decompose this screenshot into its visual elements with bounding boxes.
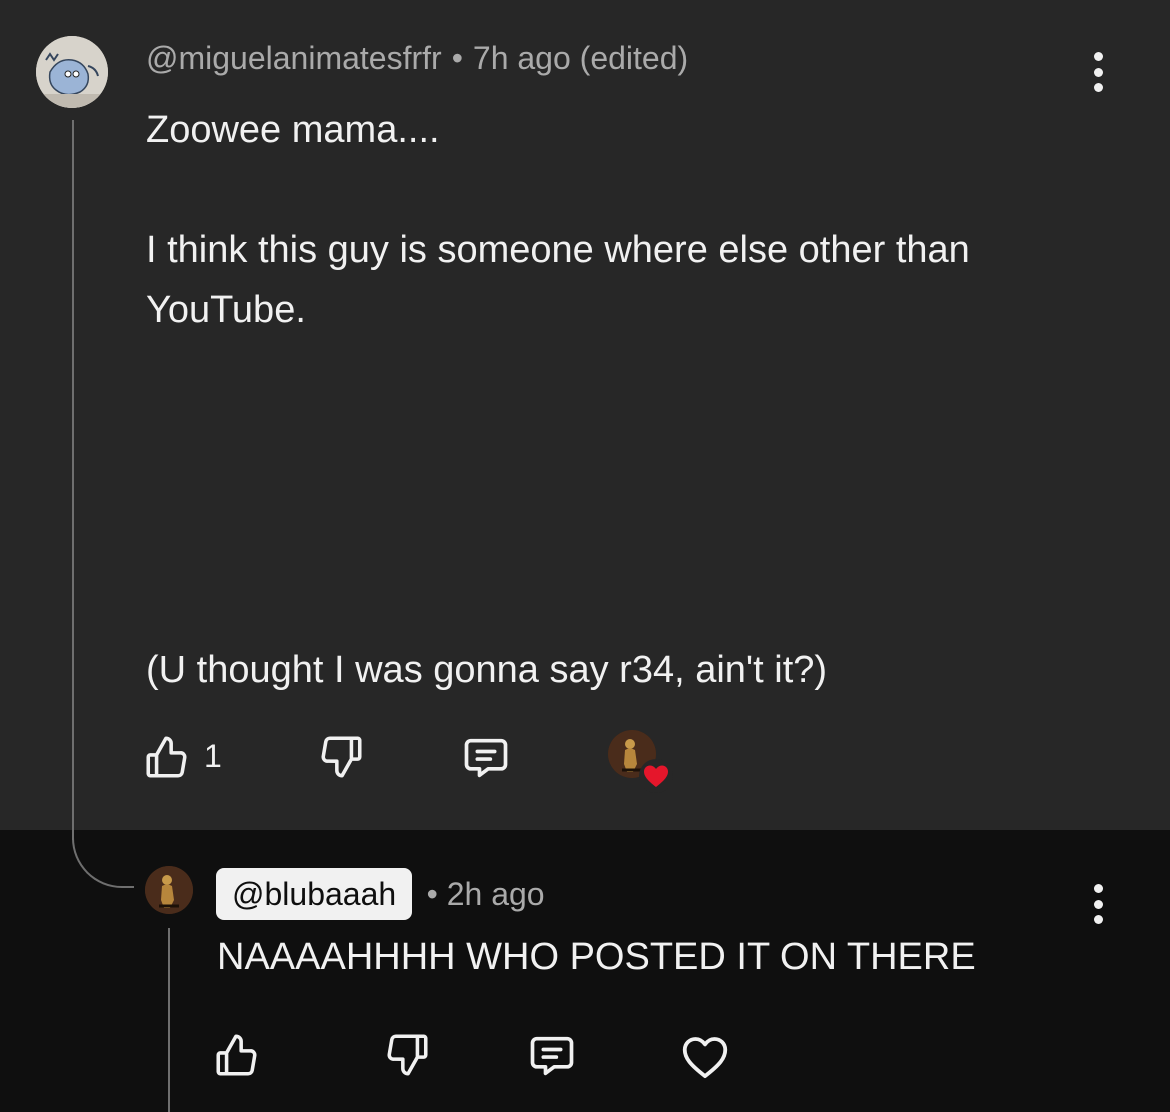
comment-line: Zoowee mama.... — [146, 109, 440, 151]
reply-text: NAAAAHHHH WHO POSTED IT ON THERE — [217, 936, 976, 978]
thumbs-down-icon — [387, 1034, 428, 1076]
separator-dot: • — [426, 875, 438, 912]
avatar[interactable] — [36, 36, 108, 108]
avatar[interactable] — [145, 866, 193, 914]
like-button[interactable] — [142, 732, 192, 787]
like-button[interactable] — [212, 1030, 262, 1085]
comment-line: I think this guy is someone where else o… — [146, 229, 970, 331]
more-vertical-icon[interactable] — [1088, 52, 1108, 92]
comment-text: Zoowee mama.... I think this guy is some… — [146, 100, 1046, 700]
reply-meta: @blubaaah • 2h ago — [216, 868, 545, 920]
reply-button[interactable] — [526, 1030, 578, 1087]
timestamp: 7h ago (edited) — [472, 40, 689, 76]
more-vertical-icon[interactable] — [1088, 884, 1108, 924]
thumbs-up-icon — [146, 736, 187, 778]
reply-timestamp: • 2h ago — [427, 876, 545, 913]
comment-icon — [464, 738, 508, 778]
comment-icon — [530, 1036, 574, 1076]
dislike-button[interactable] — [382, 1030, 432, 1085]
thumbs-up-icon — [216, 1034, 257, 1076]
like-count: 1 — [204, 738, 222, 774]
reply-thread-line — [168, 928, 170, 1112]
heart-icon — [638, 758, 674, 794]
author-handle[interactable]: @blubaaah — [216, 868, 413, 920]
separator-dot: • — [451, 40, 463, 76]
thumbs-down-icon — [321, 736, 362, 778]
author-handle[interactable]: @miguelanimatesfrfr — [146, 40, 442, 76]
comment-meta: @miguelanimatesfrfr • 7h ago (edited) — [146, 40, 688, 77]
timestamp: 2h ago — [446, 875, 545, 912]
dislike-button[interactable] — [316, 732, 366, 787]
comment-line: (U thought I was gonna say r34, ain't it… — [146, 649, 828, 691]
heart-button[interactable] — [678, 1030, 732, 1089]
heart-outline-icon — [682, 1037, 728, 1079]
reply-button[interactable] — [460, 732, 512, 789]
thread-line — [72, 120, 74, 840]
